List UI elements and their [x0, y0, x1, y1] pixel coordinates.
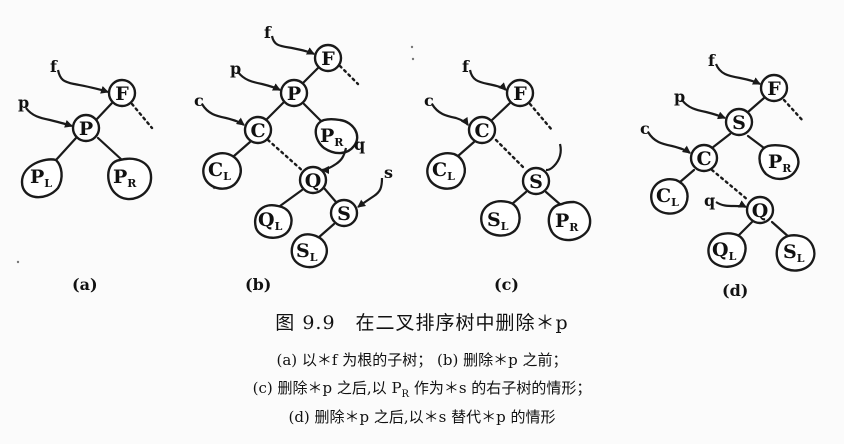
caption-line-ab: (a) 以＊f 为根的子树； (b) 删除＊p 之前；	[276, 351, 568, 369]
panel-d: PR CL QL SL F S C Q f p c q (d)	[640, 51, 816, 300]
node-f: F	[313, 43, 343, 73]
node-p: P	[71, 113, 101, 143]
node-p: P	[279, 78, 309, 108]
pointer-c-label: c	[640, 119, 650, 138]
pointer-c-label: c	[424, 91, 434, 110]
caption-line-c: (c) 删除＊p 之后,以 PR 作为＊s 的右子树的情形；	[0, 377, 844, 400]
svg-text:C: C	[696, 148, 711, 170]
panel-b: PR CL QL SL F P C Q S f p c q s (b)	[194, 23, 393, 294]
panel-c: CL SL PR F C S f c (c)	[424, 57, 592, 294]
caption-line-c-after: 作为＊s 的右子树的情形；	[409, 379, 592, 397]
caption-line-d: (d) 删除＊p 之后,以＊s 替代＊p 的情形	[288, 408, 556, 426]
pointer-p-label: p	[230, 59, 241, 78]
svg-text:C: C	[474, 120, 489, 142]
panel-b-caption: (b)	[245, 275, 271, 294]
pointer-p-label: p	[674, 87, 685, 106]
node-s: S	[724, 107, 754, 137]
svg-text:P: P	[79, 118, 93, 140]
node-s: S	[521, 166, 551, 196]
node-c: C	[243, 115, 273, 145]
svg-text:Q: Q	[752, 200, 769, 222]
node-c: C	[467, 115, 497, 145]
panel-c-caption: (c)	[494, 275, 519, 294]
pointer-f-label: f	[462, 57, 470, 76]
pointer-q-label: q	[354, 135, 365, 154]
svg-text:S: S	[337, 203, 351, 225]
figure-9-9: { "figure": { "title": "图 9.9 在二叉排序树中删除＊…	[0, 0, 844, 444]
svg-text:S: S	[529, 171, 543, 193]
node-s: S	[329, 198, 359, 228]
pointer-f-label: f	[50, 57, 58, 76]
svg-text:F: F	[767, 78, 781, 100]
svg-text:C: C	[250, 120, 265, 142]
svg-text:P: P	[287, 83, 301, 105]
figure-title: 图 9.9 在二叉排序树中删除＊p	[275, 312, 569, 334]
panel-a: PL PR F P f p (a)	[18, 57, 154, 294]
svg-text:F: F	[115, 83, 129, 105]
node-f: F	[107, 78, 137, 108]
pointer-q-label: q	[704, 191, 715, 210]
svg-text:F: F	[321, 48, 335, 70]
pointer-c-label: c	[194, 91, 204, 110]
pointer-f-label: f	[264, 23, 272, 42]
panel-a-caption: (a)	[72, 275, 98, 294]
node-c: C	[689, 143, 719, 173]
panel-d-caption: (d)	[722, 281, 748, 300]
pointer-s-label: s	[384, 163, 393, 182]
svg-text:Q: Q	[305, 170, 322, 192]
node-f: F	[759, 73, 789, 103]
node-q: Q	[745, 195, 775, 225]
svg-text:F: F	[513, 83, 527, 105]
svg-text:S: S	[732, 112, 746, 134]
node-f: F	[505, 78, 535, 108]
pointer-f-label: f	[708, 51, 716, 70]
pointer-p-label: p	[18, 93, 29, 112]
caption-line-c-before: (c) 删除＊p 之后,以 P	[252, 379, 402, 397]
caption-line-c-sub: R	[401, 389, 410, 400]
